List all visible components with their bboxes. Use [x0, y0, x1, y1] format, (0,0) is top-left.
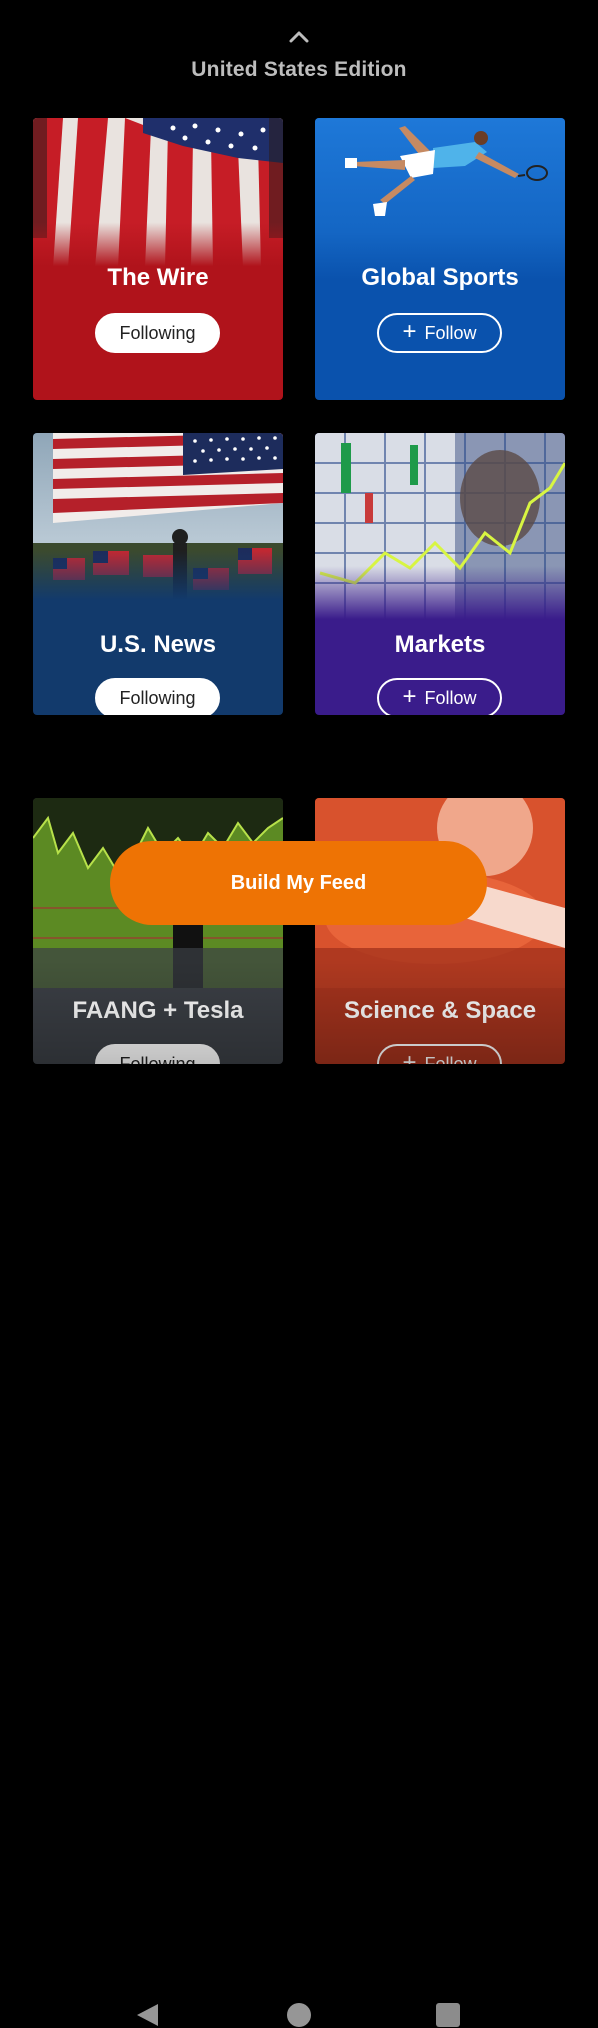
system-nav-bar [0, 990, 598, 2027]
button-label: Follow [424, 322, 477, 343]
button-label: Follow [424, 687, 477, 708]
topic-card-us-news[interactable]: U.S. News Following [33, 433, 283, 715]
follow-button[interactable]: + Follow [377, 678, 502, 715]
topic-title: U.S. News [99, 631, 217, 658]
topic-card-the-wire[interactable]: The Wire Following [33, 118, 283, 400]
plus-icon: + [402, 318, 417, 345]
button-label: Following [119, 687, 196, 708]
header: United States Edition [0, 0, 598, 110]
topic-card-global-sports[interactable]: Global Sports + Follow [315, 118, 565, 400]
plus-icon: + [402, 683, 417, 710]
topic-title: Markets [394, 631, 486, 658]
topic-card-markets[interactable]: Markets + Follow [315, 433, 565, 715]
following-button[interactable]: Following [95, 678, 220, 715]
topic-image-stock-chart [315, 433, 565, 623]
topic-image-flags-field [33, 433, 283, 623]
topic-title: The Wire [107, 264, 209, 291]
build-my-feed-label: Build My Feed [230, 871, 367, 894]
home-circle-icon[interactable] [287, 2003, 311, 2027]
chevron-up-icon[interactable] [288, 28, 310, 44]
back-triangle-icon[interactable] [134, 2002, 160, 2028]
follow-button[interactable]: + Follow [377, 313, 502, 353]
following-button[interactable]: Following [95, 313, 220, 353]
build-my-feed-button[interactable]: Build My Feed [110, 841, 487, 925]
button-label: Following [119, 322, 196, 343]
topic-title: Global Sports [361, 264, 519, 291]
edition-title[interactable]: United States Edition [0, 58, 598, 82]
recents-square-icon[interactable] [436, 2003, 460, 2027]
